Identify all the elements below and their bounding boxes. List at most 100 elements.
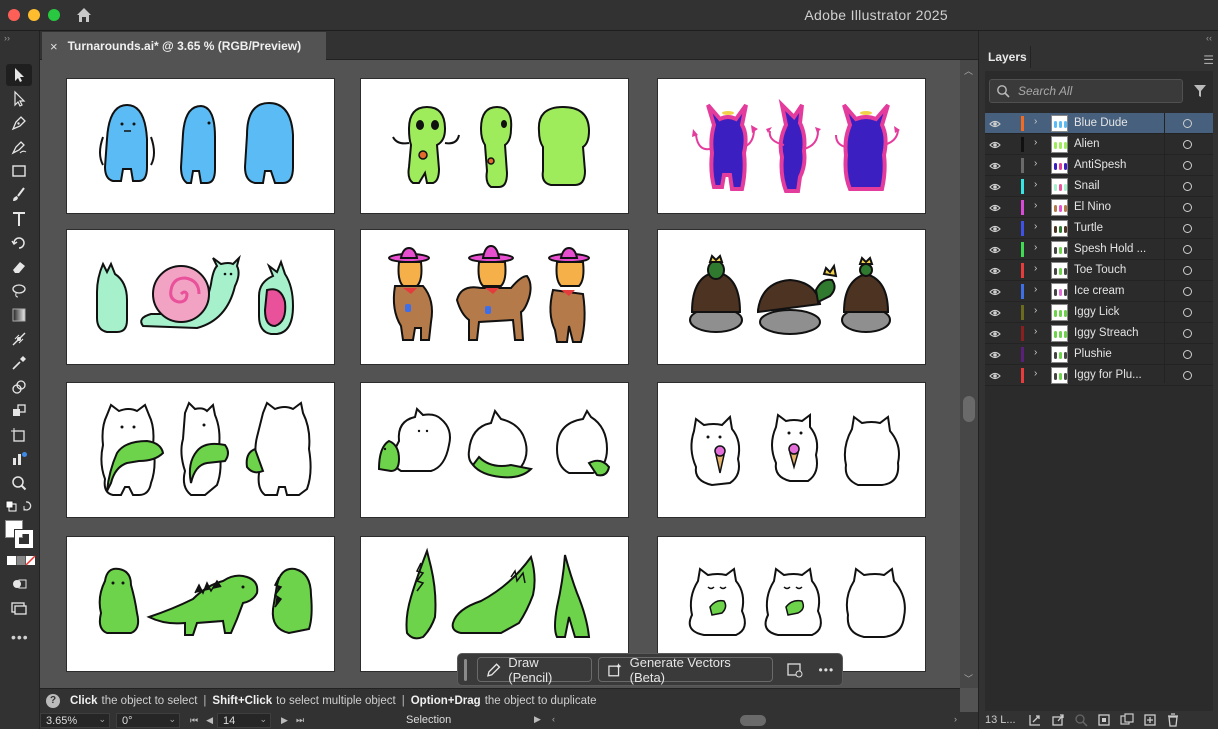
selection-tool-icon[interactable] bbox=[6, 64, 32, 86]
locate-object-icon[interactable] bbox=[1074, 713, 1088, 727]
layer-row[interactable]: › Iggy Streach bbox=[985, 323, 1213, 344]
expand-layer-icon[interactable]: › bbox=[1034, 137, 1037, 148]
lasso-tool-icon[interactable] bbox=[6, 280, 32, 302]
layer-name[interactable]: Iggy Lick bbox=[1074, 306, 1174, 318]
layer-name[interactable]: Iggy Streach bbox=[1074, 327, 1174, 339]
width-tool-icon[interactable] bbox=[6, 328, 32, 350]
layer-target-icon[interactable] bbox=[1183, 371, 1192, 380]
vertical-scroll-thumb[interactable] bbox=[963, 396, 975, 422]
layers-search-input[interactable]: Search All bbox=[989, 79, 1183, 103]
screen-mode-icon[interactable] bbox=[6, 597, 32, 619]
layer-row[interactable]: › Turtle bbox=[985, 218, 1213, 239]
layer-row[interactable]: › Blue Dude bbox=[985, 113, 1213, 134]
layer-target-icon[interactable] bbox=[1183, 266, 1192, 275]
visibility-eye-icon[interactable] bbox=[989, 349, 1001, 361]
layer-target-icon[interactable] bbox=[1183, 329, 1192, 338]
export-icon[interactable] bbox=[1051, 713, 1065, 727]
visibility-eye-icon[interactable] bbox=[989, 223, 1001, 235]
horizontal-scroll-thumb[interactable] bbox=[740, 715, 766, 726]
curvature-tool-icon[interactable] bbox=[6, 136, 32, 158]
help-icon[interactable]: ? bbox=[46, 693, 60, 708]
last-artboard-icon[interactable]: ⏭ bbox=[296, 715, 304, 726]
artboard-toe-touch[interactable] bbox=[361, 383, 628, 517]
filter-icon[interactable] bbox=[1193, 84, 1207, 98]
artboard-el-nino[interactable] bbox=[361, 230, 628, 364]
layer-target-icon[interactable] bbox=[1183, 182, 1192, 191]
eyedropper-tool-icon[interactable] bbox=[6, 352, 32, 374]
layer-target-icon[interactable] bbox=[1183, 287, 1192, 296]
layer-row[interactable]: › Snail bbox=[985, 176, 1213, 197]
visibility-eye-icon[interactable] bbox=[989, 286, 1001, 298]
layer-target-icon[interactable] bbox=[1183, 119, 1192, 128]
layer-target-icon[interactable] bbox=[1183, 308, 1192, 317]
zoom-tool-icon[interactable] bbox=[6, 472, 32, 494]
horizontal-scrollbar[interactable]: ‹ › bbox=[550, 712, 965, 729]
visibility-eye-icon[interactable] bbox=[989, 370, 1001, 382]
expand-layer-icon[interactable]: › bbox=[1034, 200, 1037, 211]
eraser-tool-icon[interactable] bbox=[6, 256, 32, 278]
expand-layer-icon[interactable]: › bbox=[1034, 158, 1037, 169]
layer-name[interactable]: Spesh Hold ... bbox=[1074, 243, 1174, 255]
close-window-button[interactable] bbox=[8, 9, 20, 21]
layer-row[interactable]: › Iggy for Plu... bbox=[985, 365, 1213, 386]
visibility-eye-icon[interactable] bbox=[989, 307, 1001, 319]
layer-target-icon[interactable] bbox=[1183, 245, 1192, 254]
first-artboard-icon[interactable]: ⏮ bbox=[190, 715, 198, 726]
rotate-tool-icon[interactable] bbox=[6, 232, 32, 254]
layer-name[interactable]: Toe Touch bbox=[1074, 264, 1174, 276]
expand-layer-icon[interactable]: › bbox=[1034, 242, 1037, 253]
previous-artboard-icon[interactable]: ◀ bbox=[206, 715, 213, 726]
visibility-eye-icon[interactable] bbox=[989, 202, 1001, 214]
artboard-blue-dude[interactable] bbox=[67, 79, 334, 213]
canvas[interactable] bbox=[40, 60, 960, 688]
zoom-level-field[interactable]: 3.65% ⌄ bbox=[40, 713, 110, 728]
layer-name[interactable]: AntiSpesh bbox=[1074, 159, 1174, 171]
artboard-ice-cream[interactable] bbox=[658, 383, 925, 517]
graph-tool-icon[interactable] bbox=[6, 448, 32, 470]
visibility-eye-icon[interactable] bbox=[989, 328, 1001, 340]
paintbrush-tool-icon[interactable] bbox=[6, 184, 32, 206]
expand-layer-icon[interactable]: › bbox=[1034, 284, 1037, 295]
layer-name[interactable]: El Nino bbox=[1074, 201, 1174, 213]
tab-layers[interactable]: Layers bbox=[979, 46, 1031, 68]
layer-target-icon[interactable] bbox=[1183, 140, 1192, 149]
layer-name[interactable]: Ice cream bbox=[1074, 285, 1174, 297]
expand-layer-icon[interactable]: › bbox=[1034, 116, 1037, 127]
artboard-number-field[interactable]: 14 ⌄ bbox=[217, 713, 272, 728]
type-tool-icon[interactable] bbox=[6, 208, 32, 230]
draw-mode-icon[interactable] bbox=[6, 573, 32, 595]
pen-tool-icon[interactable] bbox=[6, 112, 32, 134]
expand-layer-icon[interactable]: › bbox=[1034, 326, 1037, 337]
panel-menu-icon[interactable]: ☰ bbox=[1203, 53, 1214, 67]
layer-target-icon[interactable] bbox=[1183, 203, 1192, 212]
edit-toolbar-icon[interactable]: ••• bbox=[11, 629, 29, 645]
image-trace-icon[interactable] bbox=[785, 660, 804, 680]
collect-export-icon[interactable] bbox=[1028, 713, 1042, 727]
collapse-toolbar-icon[interactable]: ›› bbox=[4, 33, 10, 43]
artboard-spesh-hold[interactable] bbox=[67, 383, 334, 517]
layer-row[interactable]: › Iggy Lick bbox=[985, 302, 1213, 323]
more-options-icon[interactable]: ••• bbox=[817, 660, 836, 680]
artboard-tool-icon[interactable] bbox=[6, 424, 32, 446]
layer-name[interactable]: Blue Dude bbox=[1074, 117, 1174, 129]
document-tab[interactable]: × Turnarounds.ai* @ 3.65 % (RGB/Preview) bbox=[42, 32, 326, 60]
layer-row[interactable]: › El Nino bbox=[985, 197, 1213, 218]
artboard-iggy-streach[interactable] bbox=[361, 537, 628, 671]
status-mode[interactable]: Selection bbox=[406, 714, 451, 726]
status-menu-icon[interactable]: ▶ bbox=[534, 714, 541, 725]
gradient-tool-icon[interactable] bbox=[6, 304, 32, 326]
next-artboard-icon[interactable]: ▶ bbox=[281, 715, 288, 726]
artboard-alien[interactable] bbox=[361, 79, 628, 213]
artboard-plushie[interactable] bbox=[658, 537, 925, 671]
trash-icon[interactable] bbox=[1166, 713, 1180, 727]
layer-name[interactable]: Plushie bbox=[1074, 348, 1174, 360]
layer-row[interactable]: › Ice cream bbox=[985, 281, 1213, 302]
expand-layer-icon[interactable]: › bbox=[1034, 305, 1037, 316]
zoom-window-button[interactable] bbox=[48, 9, 60, 21]
visibility-eye-icon[interactable] bbox=[989, 244, 1001, 256]
generate-vectors-button[interactable]: Generate Vectors (Beta) bbox=[598, 655, 774, 685]
create-sublayer-icon[interactable] bbox=[1119, 713, 1134, 727]
visibility-eye-icon[interactable] bbox=[989, 118, 1001, 130]
layer-name[interactable]: Turtle bbox=[1074, 222, 1174, 234]
drag-handle[interactable] bbox=[464, 658, 467, 681]
